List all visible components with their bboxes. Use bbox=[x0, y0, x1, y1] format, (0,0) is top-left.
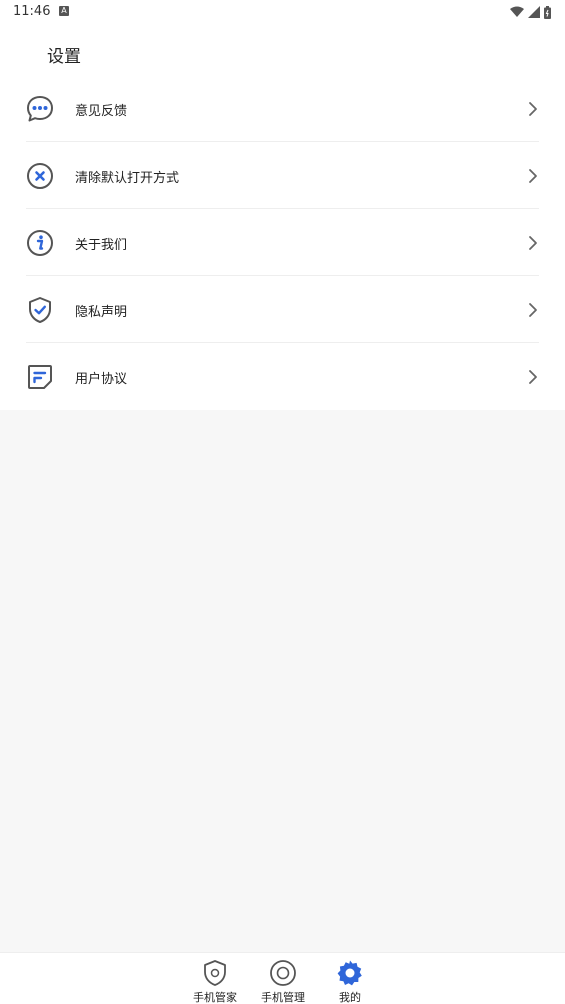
status-icons bbox=[510, 5, 551, 19]
menu-item-label: 用户协议 bbox=[75, 372, 128, 387]
document-icon bbox=[28, 365, 52, 389]
tab-label: 手机管理 bbox=[261, 991, 305, 1004]
tab-phone-manage[interactable]: 手机管理 bbox=[253, 957, 313, 1004]
circle-icon bbox=[270, 960, 296, 986]
chevron-right-icon bbox=[529, 370, 537, 384]
menu-item-privacy[interactable]: 隐私声明 bbox=[0, 276, 565, 343]
menu-item-feedback[interactable]: 意见反馈 bbox=[0, 75, 565, 142]
status-time: 11:46 bbox=[13, 4, 51, 19]
menu-item-clear-defaults[interactable]: 清除默认打开方式 bbox=[0, 142, 565, 209]
battery-icon bbox=[544, 5, 551, 19]
gear-icon bbox=[337, 960, 362, 986]
shield-icon bbox=[204, 960, 226, 986]
wifi-icon bbox=[510, 6, 524, 17]
page-title: 设置 bbox=[47, 47, 81, 67]
chevron-right-icon bbox=[529, 303, 537, 317]
tab-mine[interactable]: 我的 bbox=[320, 957, 380, 1004]
menu-item-about-us[interactable]: 关于我们 bbox=[0, 209, 565, 276]
info-icon bbox=[27, 230, 53, 256]
bottom-nav: 手机管家 手机管理 我的 bbox=[0, 952, 565, 1004]
tab-label: 手机管家 bbox=[193, 991, 237, 1004]
shield-check-icon bbox=[29, 297, 51, 323]
menu-item-label: 关于我们 bbox=[75, 238, 128, 253]
clear-x-icon bbox=[27, 163, 53, 189]
tab-phone-butler[interactable]: 手机管家 bbox=[185, 957, 245, 1004]
menu-item-label: 意见反馈 bbox=[75, 104, 128, 119]
menu-item-label: 清除默认打开方式 bbox=[75, 171, 180, 186]
notification-a-icon: A bbox=[59, 6, 69, 16]
status-bar: 11:46 A bbox=[0, 0, 565, 24]
chevron-right-icon bbox=[529, 102, 537, 116]
signal-icon bbox=[528, 6, 540, 18]
menu-item-user-agreement[interactable]: 用户协议 bbox=[0, 343, 565, 410]
tab-label: 我的 bbox=[339, 991, 361, 1004]
chevron-right-icon bbox=[529, 169, 537, 183]
menu-item-label: 隐私声明 bbox=[75, 305, 128, 320]
chevron-right-icon bbox=[529, 236, 537, 250]
chat-bubble-icon bbox=[27, 96, 53, 122]
settings-list: 意见反馈 清除默认打开方式 关于我们 隐私声明 用户协议 bbox=[0, 75, 565, 410]
